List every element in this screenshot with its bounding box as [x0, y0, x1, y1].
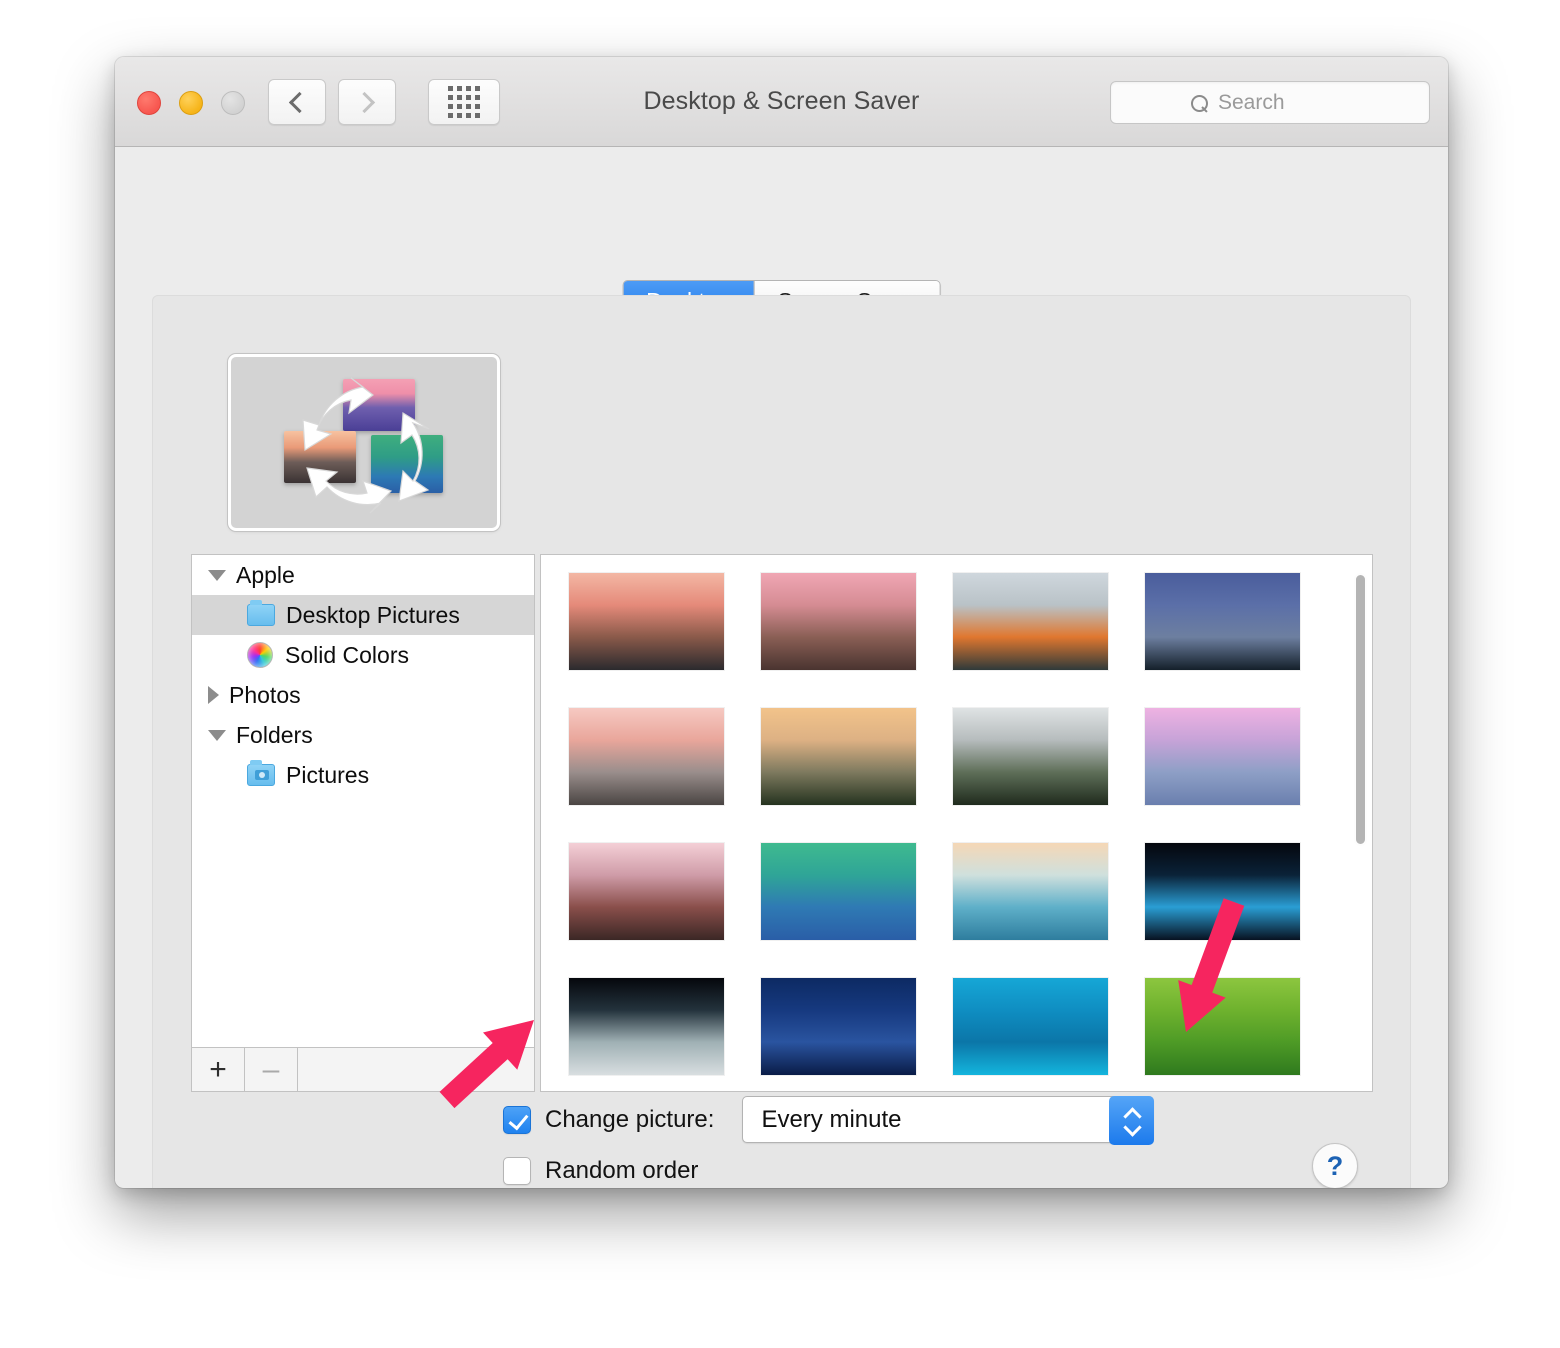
wallpaper-thumbnail[interactable] [569, 573, 724, 670]
desktop-preview-thumbnail[interactable] [228, 354, 500, 531]
sidebar-item-label: Apple [236, 561, 295, 588]
rotation-arrows-icon [302, 377, 430, 514]
wallpaper-thumbnail[interactable] [761, 978, 916, 1075]
sidebar-item-solid-colors[interactable]: Solid Colors [192, 635, 534, 675]
wallpaper-thumbnail[interactable] [1145, 708, 1300, 805]
settings-panel: Apple Desktop Pictures Solid Colors Phot… [152, 295, 1411, 1188]
sidebar-item-folders[interactable]: Folders [192, 715, 534, 755]
wallpaper-thumbnail[interactable] [1145, 843, 1300, 940]
wallpaper-thumbnail[interactable] [569, 978, 724, 1075]
grid-scrollbar[interactable] [1353, 561, 1368, 1086]
sidebar-item-label: Pictures [286, 761, 370, 788]
folder-icon [247, 600, 275, 626]
change-picture-row: Change picture: Every minute [503, 1096, 1363, 1145]
scrollbar-thumb[interactable] [1354, 573, 1367, 846]
wallpaper-grid [541, 555, 1351, 1091]
disclosure-triangle-open-icon[interactable] [208, 569, 226, 581]
add-folder-button[interactable]: + [192, 1048, 245, 1091]
disclosure-triangle-open-icon[interactable] [208, 729, 226, 741]
source-list[interactable]: Apple Desktop Pictures Solid Colors Phot… [191, 554, 535, 1048]
wallpaper-thumbnail[interactable] [761, 708, 916, 805]
wallpaper-grid-pane[interactable] [540, 554, 1373, 1092]
sidebar-item-label: Folders [236, 721, 313, 748]
footer-spacer [298, 1048, 534, 1091]
window-body: Desktop Screen Saver [115, 147, 1448, 1188]
remove-folder-button: – [245, 1048, 298, 1091]
photo-folder-icon [247, 760, 275, 786]
sidebar-item-label: Photos [229, 681, 301, 708]
wallpaper-thumbnail[interactable] [953, 573, 1108, 670]
picture-change-controls: Change picture: Every minute Random orde… [503, 1096, 1363, 1185]
wallpaper-thumbnail[interactable] [953, 843, 1108, 940]
random-order-row: Random order [503, 1157, 1363, 1185]
search-icon [1191, 94, 1208, 112]
color-wheel-icon [247, 642, 273, 668]
wallpaper-thumbnail[interactable] [761, 573, 916, 670]
random-order-label: Random order [545, 1157, 699, 1184]
wallpaper-thumbnail[interactable] [569, 708, 724, 805]
interval-popup-button[interactable]: Every minute [742, 1096, 1155, 1145]
screenshot-root: Desktop & Screen Saver Search Desktop Sc… [0, 0, 1560, 1348]
interval-stepper[interactable] [1109, 1096, 1155, 1145]
search-placeholder: Search [1218, 90, 1285, 114]
wallpaper-thumbnail[interactable] [953, 978, 1108, 1075]
chevron-down-icon[interactable] [1124, 1123, 1139, 1132]
sidebar-item-label: Desktop Pictures [286, 601, 460, 628]
change-picture-label: Change picture: [545, 1105, 715, 1133]
sidebar-item-label: Solid Colors [285, 641, 409, 668]
wallpaper-thumbnail[interactable] [1145, 978, 1300, 1075]
window-titlebar: Desktop & Screen Saver Search [115, 57, 1448, 147]
change-picture-checkbox[interactable] [503, 1105, 531, 1134]
wallpaper-thumbnail[interactable] [1145, 573, 1300, 670]
system-preferences-window: Desktop & Screen Saver Search Desktop Sc… [115, 57, 1448, 1188]
search-field[interactable]: Search [1110, 81, 1430, 124]
sidebar-item-pictures[interactable]: Pictures [192, 755, 534, 795]
sidebar-item-desktop-pictures[interactable]: Desktop Pictures [192, 595, 534, 635]
interval-value: Every minute [761, 1105, 902, 1133]
disclosure-triangle-closed-icon[interactable] [208, 686, 219, 704]
wallpaper-thumbnail[interactable] [569, 843, 724, 940]
sidebar-item-apple[interactable]: Apple [192, 555, 534, 595]
help-button[interactable]: ? [1312, 1143, 1358, 1188]
chevron-up-icon[interactable] [1124, 1109, 1139, 1118]
source-list-footer: + – [191, 1048, 535, 1092]
wallpaper-thumbnail[interactable] [761, 843, 916, 940]
sidebar-item-photos[interactable]: Photos [192, 675, 534, 715]
wallpaper-thumbnail[interactable] [953, 708, 1108, 805]
random-order-checkbox[interactable] [503, 1157, 531, 1185]
